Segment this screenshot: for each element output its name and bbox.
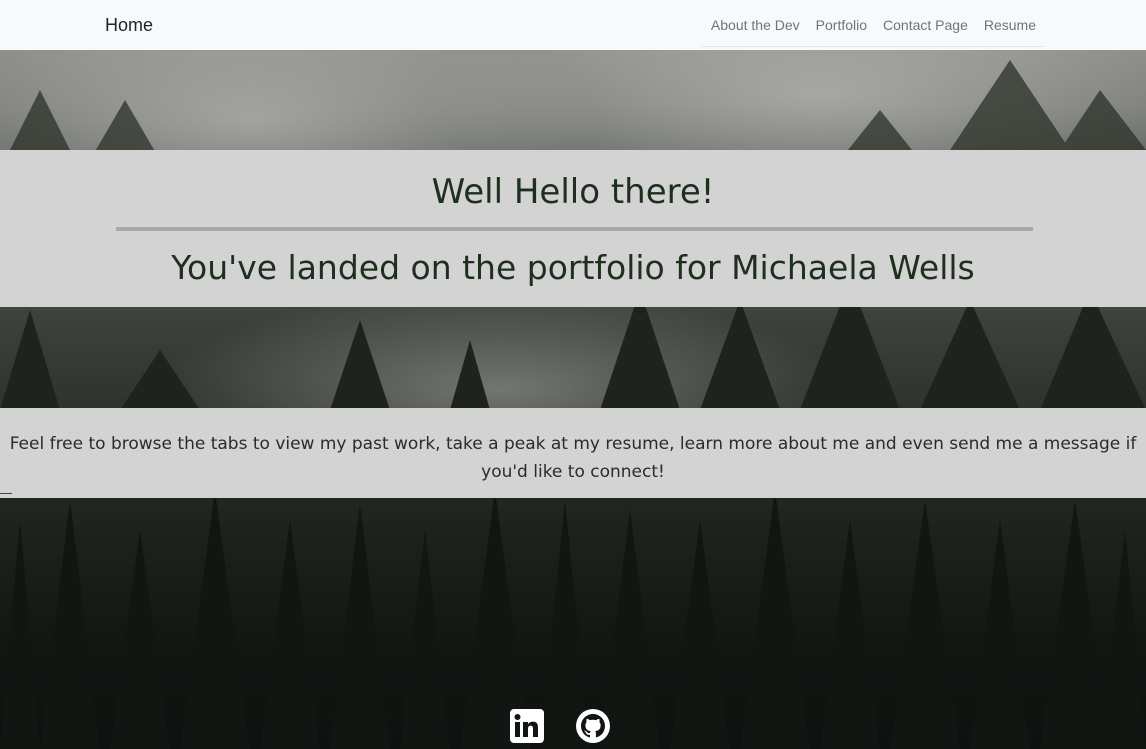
nav-link-about[interactable]: About the Dev <box>703 17 808 33</box>
nav-link-portfolio[interactable]: Portfolio <box>808 17 875 33</box>
nav-links: About the Dev Portfolio Contact Page Res… <box>700 4 1044 47</box>
linkedin-icon[interactable] <box>509 708 545 744</box>
nav-link-contact[interactable]: Contact Page <box>875 17 976 33</box>
portfolio-subtitle: You've landed on the portfolio for Micha… <box>171 248 975 287</box>
greeting-heading: Well Hello there! <box>431 172 715 212</box>
nav-link-resume[interactable]: Resume <box>976 17 1044 33</box>
divider-line <box>0 493 12 494</box>
intro-text: Feel free to browse the tabs to view my … <box>9 434 1137 482</box>
navbar: Home About the Dev Portfolio Contact Pag… <box>0 0 1146 50</box>
github-icon[interactable] <box>575 708 611 744</box>
heading-divider <box>116 227 1033 231</box>
home-link[interactable]: Home <box>105 15 153 36</box>
